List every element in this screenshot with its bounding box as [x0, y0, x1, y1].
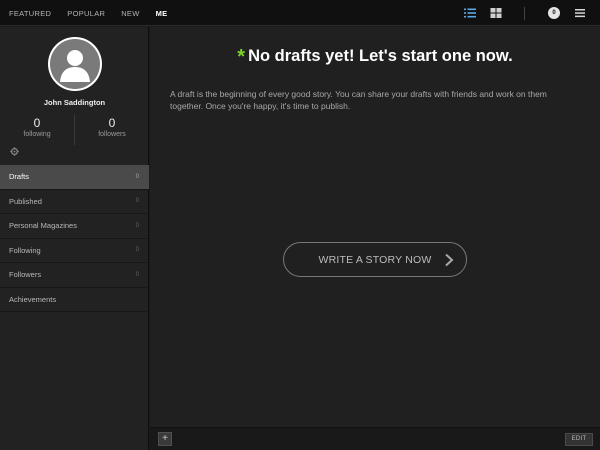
empty-state-headline: * No drafts yet! Let's start one now.	[150, 46, 600, 69]
chevron-right-icon	[445, 253, 454, 267]
sidebar-menu: Drafts 0 Published 0 Personal Magazines …	[0, 165, 149, 312]
sidebar-item-count: 0	[135, 247, 139, 254]
sidebar-item-label: Drafts	[9, 172, 30, 182]
tab-new[interactable]: NEW	[121, 9, 139, 18]
sidebar-item-label: Following	[9, 245, 41, 255]
sidebar-item-label: Published	[9, 196, 42, 206]
sidebar-item-label: Personal Magazines	[9, 221, 77, 231]
sidebar-item-personal-magazines[interactable]: Personal Magazines 0	[0, 214, 149, 239]
add-button[interactable]: +	[158, 432, 172, 446]
section-tabs: FEATURED POPULAR NEW ME	[9, 0, 183, 26]
followers-count: 0	[108, 116, 116, 130]
sidebar-item-count: 0	[135, 173, 139, 180]
bottom-toolbar: + EDIT	[150, 427, 600, 450]
default-user-icon	[50, 39, 100, 89]
write-story-button[interactable]: WRITE A STORY NOW	[283, 242, 467, 277]
sidebar-item-label: Achievements	[9, 294, 57, 304]
sidebar-item-count: 0	[135, 222, 139, 229]
empty-state-description: A draft is the beginning of every good s…	[170, 89, 547, 111]
followers-label: followers	[98, 131, 126, 138]
toolbar-divider	[524, 7, 525, 20]
headline-text: No drafts yet! Let's start one now.	[248, 47, 513, 65]
menu-icon[interactable]	[574, 7, 586, 19]
sidebar-item-label: Followers	[9, 270, 42, 280]
profile-name: John Saddington	[43, 98, 106, 107]
tab-me[interactable]: ME	[156, 9, 168, 18]
sidebar-item-drafts[interactable]: Drafts 0	[0, 165, 149, 190]
profile-sidebar: John Saddington 0 following 0 followers …	[0, 27, 149, 450]
tab-featured[interactable]: FEATURED	[9, 9, 51, 18]
grid-view-icon[interactable]	[490, 7, 502, 19]
top-navigation-bar: FEATURED POPULAR NEW ME 0	[0, 0, 600, 26]
write-story-label: WRITE A STORY NOW	[318, 253, 432, 266]
following-stat[interactable]: 0 following	[0, 116, 74, 138]
avatar[interactable]	[48, 37, 102, 91]
settings-gear-icon[interactable]	[10, 147, 19, 156]
list-view-icon[interactable]	[464, 7, 476, 19]
sidebar-item-count: 0	[135, 271, 139, 278]
tab-popular[interactable]: POPULAR	[67, 9, 105, 18]
sidebar-item-achievements[interactable]: Achievements	[0, 288, 149, 312]
notifications-badge[interactable]: 0	[548, 7, 560, 19]
sidebar-item-published[interactable]: Published 0	[0, 190, 149, 214]
drafts-panel: * No drafts yet! Let's start one now. A d…	[150, 27, 600, 427]
sidebar-item-following[interactable]: Following 0	[0, 239, 149, 263]
followers-stat[interactable]: 0 followers	[75, 116, 149, 138]
following-count: 0	[33, 116, 41, 130]
following-label: following	[23, 131, 51, 138]
green-asterisk-icon: *	[237, 46, 246, 68]
edit-button[interactable]: EDIT	[565, 433, 593, 446]
sidebar-item-count: 0	[135, 198, 139, 205]
sidebar-item-followers[interactable]: Followers 0	[0, 263, 149, 288]
